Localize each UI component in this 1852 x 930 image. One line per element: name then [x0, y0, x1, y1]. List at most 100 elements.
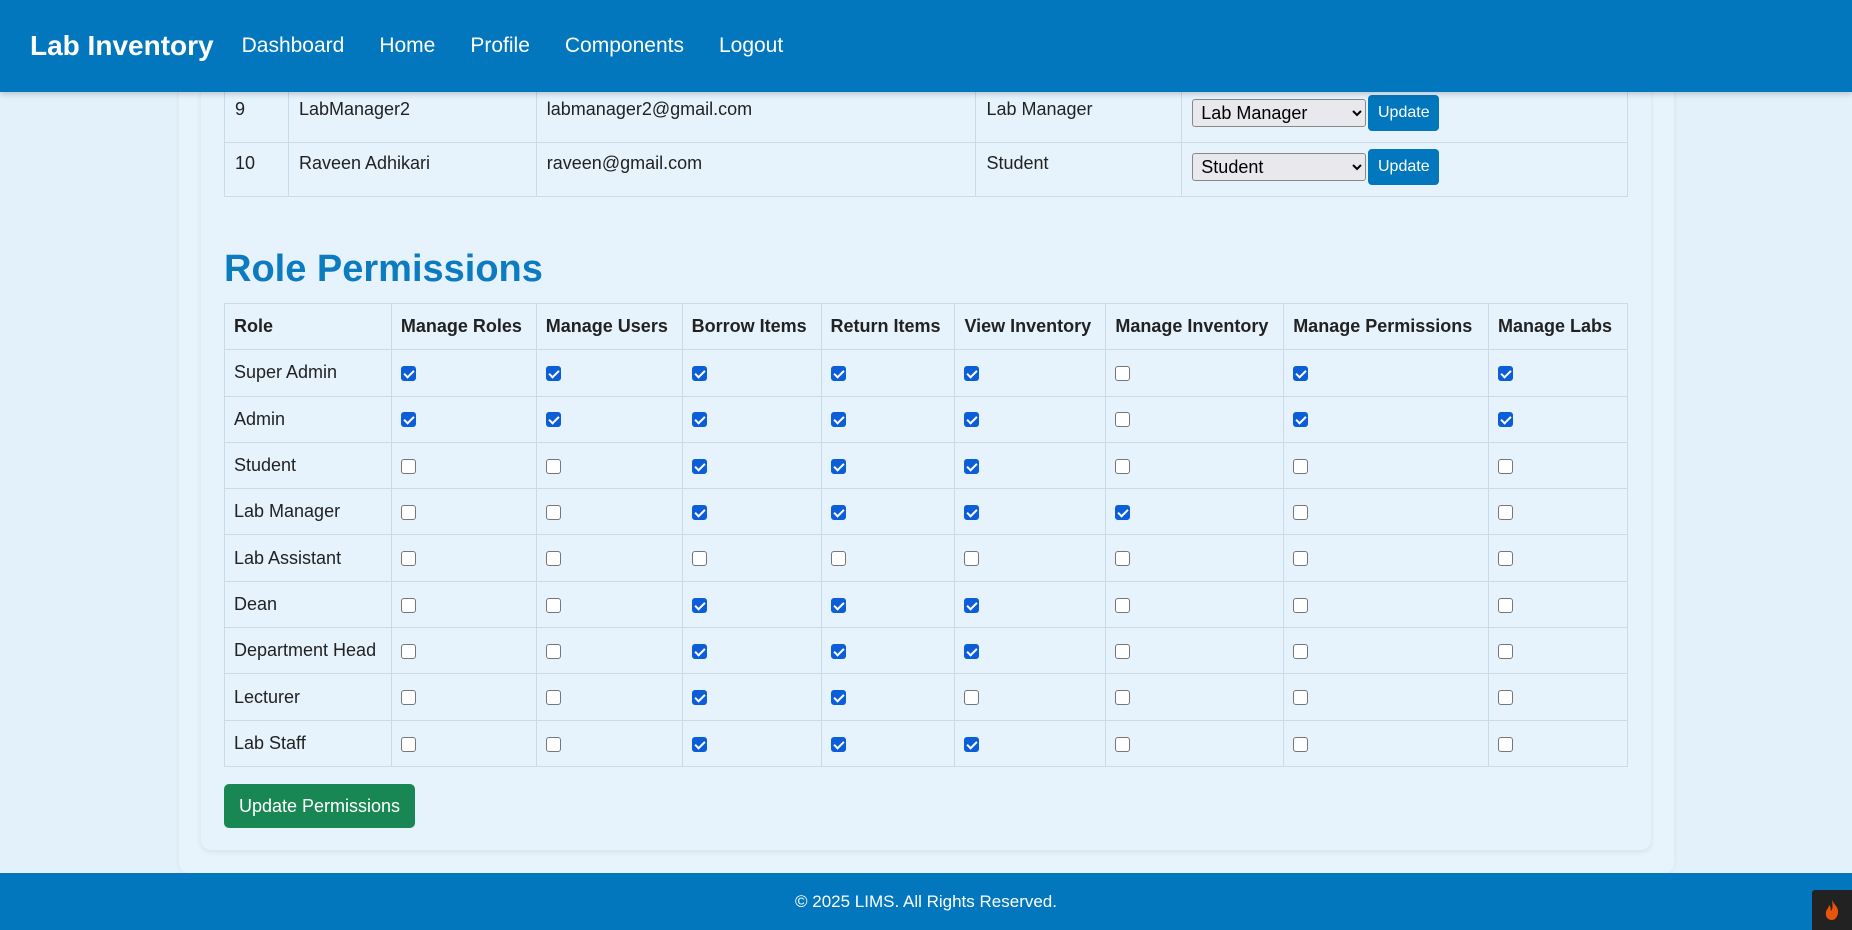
brand-logo[interactable]: Lab Inventory: [30, 30, 214, 62]
role-name: Admin: [224, 395, 392, 443]
permission-checkbox[interactable]: [964, 366, 980, 382]
permission-checkbox[interactable]: [691, 736, 707, 752]
column-header: Manage Users: [535, 302, 683, 351]
permission-checkbox[interactable]: [400, 505, 416, 521]
user-actions: Lab Manager Update: [1181, 88, 1628, 143]
permission-checkbox[interactable]: [1293, 643, 1309, 659]
permission-checkbox[interactable]: [964, 551, 980, 567]
update-permissions-button[interactable]: Update Permissions: [224, 784, 415, 828]
permission-checkbox[interactable]: [830, 690, 846, 706]
role-select[interactable]: Student: [1192, 153, 1367, 181]
permission-checkbox[interactable]: [1293, 366, 1309, 382]
permission-checkbox[interactable]: [1293, 597, 1309, 613]
permission-checkbox[interactable]: [691, 412, 707, 428]
permission-checkbox[interactable]: [400, 597, 416, 613]
permission-checkbox[interactable]: [1115, 412, 1131, 428]
permission-checkbox[interactable]: [964, 458, 980, 474]
permission-checkbox[interactable]: [400, 412, 416, 428]
permission-checkbox[interactable]: [1115, 551, 1131, 567]
permission-checkbox[interactable]: [1498, 412, 1514, 428]
permission-checkbox[interactable]: [400, 458, 416, 474]
permission-checkbox[interactable]: [964, 597, 980, 613]
permission-cell: [390, 534, 537, 582]
permission-checkbox[interactable]: [1115, 643, 1131, 659]
permission-checkbox[interactable]: [830, 412, 846, 428]
permission-checkbox[interactable]: [1115, 597, 1131, 613]
permission-checkbox[interactable]: [1498, 597, 1514, 613]
permission-checkbox[interactable]: [545, 505, 561, 521]
permission-cell: [681, 534, 822, 582]
permission-checkbox[interactable]: [1498, 690, 1514, 706]
permission-checkbox[interactable]: [400, 690, 416, 706]
permission-checkbox[interactable]: [1498, 366, 1514, 382]
permission-checkbox[interactable]: [691, 458, 707, 474]
permission-checkbox[interactable]: [830, 505, 846, 521]
permission-checkbox[interactable]: [1498, 643, 1514, 659]
permission-checkbox[interactable]: [691, 643, 707, 659]
permission-checkbox[interactable]: [691, 597, 707, 613]
permission-checkbox[interactable]: [545, 458, 561, 474]
permission-checkbox[interactable]: [1293, 551, 1309, 567]
permission-checkbox[interactable]: [545, 412, 561, 428]
permission-checkbox[interactable]: [400, 736, 416, 752]
permission-checkbox[interactable]: [691, 505, 707, 521]
column-header: View Inventory: [954, 302, 1107, 351]
permission-checkbox[interactable]: [691, 551, 707, 567]
permission-checkbox[interactable]: [1293, 505, 1309, 521]
permission-cell: [681, 488, 822, 536]
permission-checkbox[interactable]: [1293, 412, 1309, 428]
permission-checkbox[interactable]: [1498, 736, 1514, 752]
permission-checkbox[interactable]: [964, 412, 980, 428]
permission-checkbox[interactable]: [1498, 505, 1514, 521]
permission-checkbox[interactable]: [830, 551, 846, 567]
flame-icon[interactable]: [1812, 890, 1852, 930]
update-button[interactable]: Update: [1368, 95, 1440, 131]
nav-dashboard[interactable]: Dashboard: [242, 34, 345, 58]
nav-components[interactable]: Components: [565, 34, 684, 58]
permission-checkbox[interactable]: [964, 736, 980, 752]
permission-cell: [535, 488, 683, 536]
permission-checkbox[interactable]: [1293, 458, 1309, 474]
footer-copyright: © 2025 LIMS. All Rights Reserved.: [795, 891, 1057, 911]
nav-home[interactable]: Home: [379, 34, 435, 58]
permission-checkbox[interactable]: [1293, 736, 1309, 752]
permission-checkbox[interactable]: [545, 690, 561, 706]
permission-checkbox[interactable]: [964, 690, 980, 706]
nav-profile[interactable]: Profile: [470, 34, 530, 58]
permission-checkbox[interactable]: [1293, 690, 1309, 706]
permission-checkbox[interactable]: [830, 458, 846, 474]
permission-checkbox[interactable]: [1115, 458, 1131, 474]
permission-checkbox[interactable]: [1115, 366, 1131, 382]
permission-checkbox[interactable]: [400, 366, 416, 382]
permission-cell: [954, 719, 1107, 767]
permission-checkbox[interactable]: [964, 643, 980, 659]
permission-checkbox[interactable]: [691, 366, 707, 382]
permission-checkbox[interactable]: [691, 690, 707, 706]
permission-checkbox[interactable]: [964, 505, 980, 521]
update-button[interactable]: Update: [1368, 149, 1440, 185]
permission-checkbox[interactable]: [545, 366, 561, 382]
table-row: Lab Manager: [224, 488, 1628, 536]
permission-checkbox[interactable]: [1115, 736, 1131, 752]
permission-checkbox[interactable]: [545, 643, 561, 659]
permission-checkbox[interactable]: [830, 736, 846, 752]
permission-checkbox[interactable]: [545, 597, 561, 613]
permission-checkbox[interactable]: [830, 643, 846, 659]
permission-checkbox[interactable]: [1115, 505, 1131, 521]
permission-checkbox[interactable]: [830, 597, 846, 613]
permissions-table: Role Manage Roles Manage Users Borrow Items…: [224, 302, 1628, 767]
permission-cell: [954, 627, 1107, 675]
permission-checkbox[interactable]: [400, 551, 416, 567]
permission-checkbox[interactable]: [545, 551, 561, 567]
permission-cell: [1488, 719, 1628, 767]
role-select[interactable]: Lab Manager: [1192, 99, 1367, 127]
permission-checkbox[interactable]: [545, 736, 561, 752]
permission-checkbox[interactable]: [1115, 690, 1131, 706]
permission-checkbox[interactable]: [1498, 458, 1514, 474]
permission-checkbox[interactable]: [400, 643, 416, 659]
permission-cell: [535, 719, 683, 767]
permission-cell: [681, 441, 822, 490]
permission-checkbox[interactable]: [830, 366, 846, 382]
nav-logout[interactable]: Logout: [719, 34, 783, 58]
permission-checkbox[interactable]: [1498, 551, 1514, 567]
